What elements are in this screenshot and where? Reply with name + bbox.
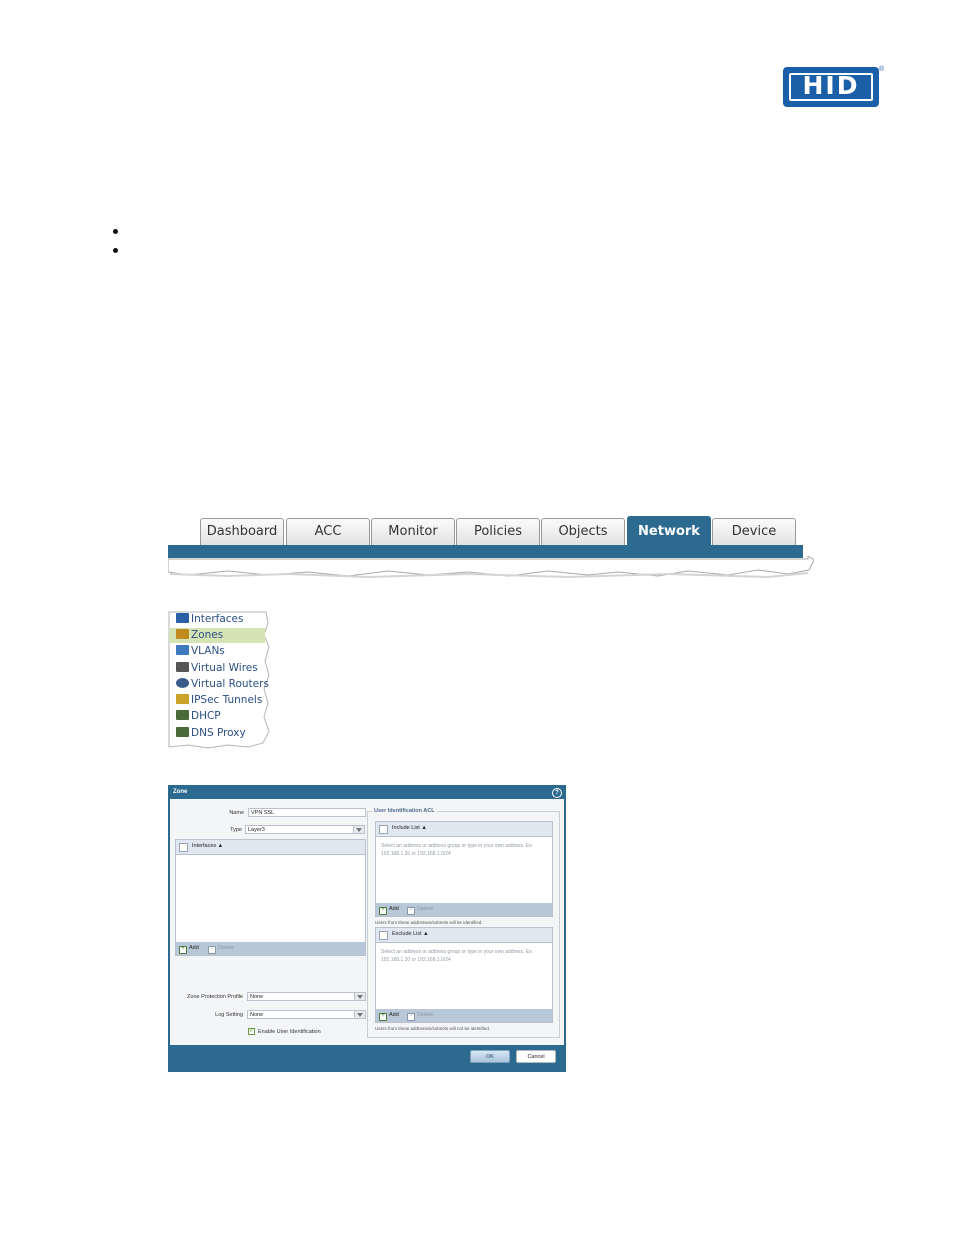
include-add-button[interactable]: + Add xyxy=(379,906,399,915)
plus-icon: + xyxy=(379,907,387,915)
exclude-list-grid: Exclude List ▲ Select an address or addr… xyxy=(375,927,553,1023)
user-identification-acl-group: User Identification ACL Include List ▲ S… xyxy=(367,808,560,1038)
minus-icon: − xyxy=(407,1013,415,1021)
nav-item-interfaces[interactable]: Interfaces xyxy=(176,612,270,627)
tab-objects[interactable]: Objects xyxy=(541,518,625,545)
ok-button[interactable]: OK xyxy=(470,1050,510,1063)
minus-icon: − xyxy=(407,907,415,915)
exclude-select-all-checkbox[interactable] xyxy=(379,931,388,940)
nav-item-ipsec-tunnels[interactable]: IPSec Tunnels xyxy=(176,693,270,708)
nav-item-dhcp[interactable]: DHCP xyxy=(176,709,270,724)
chevron-down-icon xyxy=(354,1011,365,1018)
interfaces-grid: Interfaces ▲ + Add − Delete xyxy=(175,839,366,956)
tab-dashboard[interactable]: Dashboard xyxy=(200,518,284,545)
select-all-checkbox[interactable] xyxy=(179,843,188,852)
vlans-icon xyxy=(176,645,189,655)
tab-acc[interactable]: ACC xyxy=(286,518,370,545)
bullet-2 xyxy=(113,248,118,253)
nav-item-zones[interactable]: Zones xyxy=(169,628,265,643)
dialog-body: Name VPN SSL Type Layer3 Interfaces ▲ + A… xyxy=(170,799,564,1045)
cancel-button[interactable]: Cancel xyxy=(516,1050,556,1063)
dhcp-icon xyxy=(176,710,189,720)
chevron-down-icon xyxy=(354,993,365,1000)
enable-user-identification-label: Enable User Identification xyxy=(258,1029,321,1035)
log-setting-select[interactable]: None xyxy=(247,1010,366,1019)
name-label: Name xyxy=(229,810,244,816)
exclude-list-hint: Select an address or address group or ty… xyxy=(381,949,534,963)
include-list-header: Include List ▲ xyxy=(376,822,552,837)
nav-item-dns-proxy[interactable]: DNS Proxy xyxy=(176,726,270,741)
hid-logo: HID xyxy=(783,67,879,107)
plus-icon: + xyxy=(179,946,187,954)
enable-user-identification-checkbox[interactable]: ✓ xyxy=(248,1028,255,1035)
exclude-list-header: Exclude List ▲ xyxy=(376,928,552,943)
exclude-delete-button[interactable]: − Delete xyxy=(407,1012,433,1021)
interfaces-grid-header: Interfaces ▲ xyxy=(176,840,365,855)
exclude-add-button[interactable]: + Add xyxy=(379,1012,399,1021)
include-list-column-header[interactable]: Include List ▲ xyxy=(392,825,427,831)
help-icon[interactable]: ? xyxy=(552,788,562,798)
ipsec-tunnels-icon xyxy=(176,694,189,704)
zone-protection-profile-label: Zone Protection Profile xyxy=(187,994,243,1000)
exclude-list-footer: + Add − Delete xyxy=(376,1009,552,1022)
include-select-all-checkbox[interactable] xyxy=(379,825,388,834)
type-label: Type xyxy=(230,827,242,833)
zone-protection-profile-select[interactable]: None xyxy=(247,992,366,1001)
tab-policies[interactable]: Policies xyxy=(456,518,540,545)
type-select[interactable]: Layer3 xyxy=(245,825,365,834)
include-list-note: Users from these addresses/subnets will … xyxy=(375,920,483,925)
zones-icon xyxy=(176,629,189,639)
registered-mark: ® xyxy=(879,66,885,73)
user-identification-acl-title: User Identification ACL xyxy=(372,808,437,814)
interfaces-column-header[interactable]: Interfaces ▲ xyxy=(192,843,223,849)
tab-monitor[interactable]: Monitor xyxy=(371,518,455,545)
include-list-grid: Include List ▲ Select an address or addr… xyxy=(375,821,553,917)
interfaces-icon xyxy=(176,613,189,623)
network-nav-menu: Interfaces Zones VLANs Virtual Wires Vir… xyxy=(168,611,272,753)
name-input[interactable]: VPN SSL xyxy=(248,808,366,817)
interfaces-delete-button[interactable]: − Delete xyxy=(208,945,234,954)
nav-item-vlans[interactable]: VLANs xyxy=(176,644,270,659)
tab-network[interactable]: Network xyxy=(627,516,711,545)
torn-edge xyxy=(168,556,814,578)
interfaces-add-button[interactable]: + Add xyxy=(179,945,199,954)
chevron-down-icon xyxy=(353,826,364,833)
nav-item-virtual-routers[interactable]: Virtual Routers xyxy=(176,677,270,692)
include-list-hint: Select an address or address group or ty… xyxy=(381,843,534,857)
tab-device[interactable]: Device xyxy=(712,518,796,545)
include-list-footer: + Add − Delete xyxy=(376,903,552,916)
plus-icon: + xyxy=(379,1013,387,1021)
bullet-1 xyxy=(113,229,118,234)
virtual-wires-icon xyxy=(176,662,189,672)
minus-icon: − xyxy=(208,946,216,954)
main-tab-strip: Dashboard ACC Monitor Policies Objects N… xyxy=(168,510,814,580)
exclude-list-note: Users from these addresses/subnets will … xyxy=(375,1026,491,1031)
nav-item-virtual-wires[interactable]: Virtual Wires xyxy=(176,661,270,676)
zone-dialog: Zone ? Name VPN SSL Type Layer3 Interfac… xyxy=(168,785,566,1072)
interfaces-grid-footer: + Add − Delete xyxy=(176,942,365,955)
log-setting-label: Log Setting xyxy=(215,1012,243,1018)
dialog-title: Zone xyxy=(173,789,188,795)
exclude-list-column-header[interactable]: Exclude List ▲ xyxy=(392,931,429,937)
include-delete-button[interactable]: − Delete xyxy=(407,906,433,915)
virtual-routers-icon xyxy=(176,678,189,688)
dns-proxy-icon xyxy=(176,727,189,737)
